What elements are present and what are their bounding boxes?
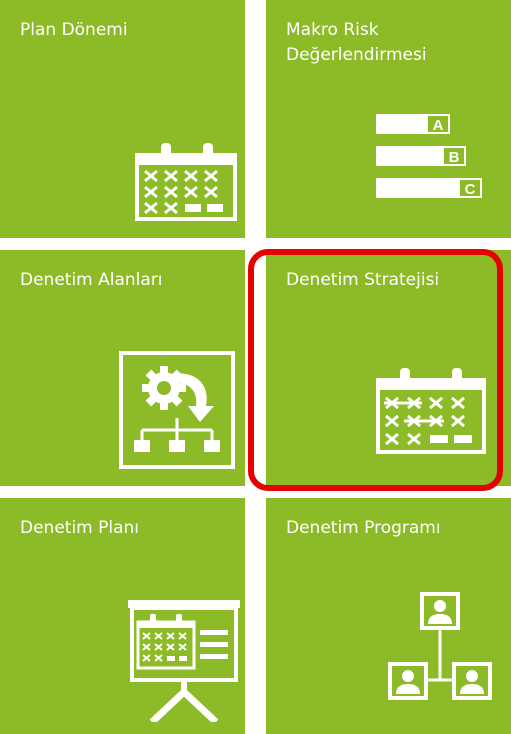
tile-label: Makro Risk Değerlendirmesi <box>286 20 427 65</box>
tile-label: Denetim Programı <box>286 518 441 538</box>
bar-b-label: B <box>449 149 460 166</box>
tile-label: Denetim Stratejisi <box>286 270 440 290</box>
calendar-x-icon <box>135 143 237 221</box>
tile-plan-donemi[interactable]: Plan Dönemi <box>0 0 245 238</box>
tile-label: Plan Dönemi <box>20 20 128 40</box>
tile-label: Denetim Alanları <box>20 270 163 290</box>
bar-a-label: A <box>433 117 444 134</box>
tile-denetim-alanlari[interactable]: Denetim Alanları <box>0 250 245 486</box>
tile-denetim-stratejisi[interactable]: Denetim Stratejisi <box>266 250 511 486</box>
tile-label: Denetim Planı <box>20 518 140 538</box>
tile-denetim-plani[interactable]: Denetim Planı <box>0 498 245 734</box>
people-org-chart-icon <box>388 592 492 700</box>
tile-denetim-programi[interactable]: Denetim Programı <box>266 498 511 734</box>
tile-makro-risk[interactable]: Makro Risk Değerlendirmesi A B C <box>266 0 511 238</box>
abc-bars-icon: A B C <box>376 114 482 198</box>
gear-hierarchy-icon <box>119 351 235 469</box>
presentation-board-icon <box>128 600 240 722</box>
bar-c-label: C <box>465 181 476 198</box>
calendar-arrows-icon <box>376 368 486 454</box>
